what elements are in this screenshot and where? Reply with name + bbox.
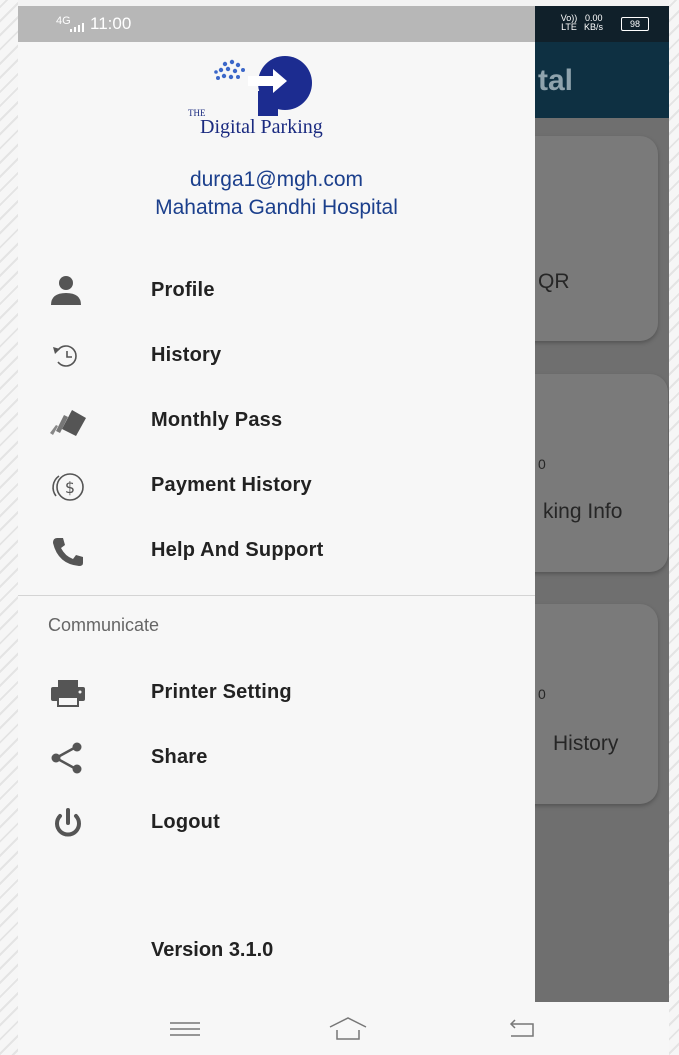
background-card-label: History	[553, 732, 619, 755]
user-email: durga1@mgh.com	[189, 168, 364, 191]
network-speed-unit: KB/s	[584, 22, 604, 32]
digital-parking-logo: THE Digital Parking	[188, 56, 368, 146]
menu-item-label: Monthly Pass	[151, 409, 283, 431]
share-icon	[51, 742, 82, 774]
logo-name: Digital Parking	[200, 116, 323, 138]
menu-item-label: Logout	[151, 811, 220, 833]
menu-item-share[interactable]: Share	[18, 726, 535, 790]
power-icon	[55, 808, 81, 837]
logo-mark-icon	[214, 56, 312, 116]
section-title-communicate: Communicate	[48, 615, 160, 635]
menu-item-monthly-pass[interactable]: Monthly Pass	[18, 389, 535, 453]
battery-indicator: 98	[621, 17, 649, 31]
svg-text:$: $	[65, 478, 75, 497]
tickets-icon	[50, 410, 86, 436]
menu-item-help-and-support[interactable]: Help And Support	[18, 519, 535, 583]
menu-item-label: Payment History	[151, 474, 312, 496]
network-indicator: 4G	[56, 15, 71, 27]
background-card-label: QR	[538, 270, 570, 293]
menu-item-logout[interactable]: Logout	[18, 791, 535, 855]
left-border-decoration	[0, 0, 18, 1055]
background-card-label: king Info	[543, 500, 623, 523]
payment-history-icon: $	[52, 473, 84, 501]
signal-icon	[70, 23, 84, 32]
background-card-mini: 0	[538, 686, 546, 702]
home-icon[interactable]	[328, 1014, 368, 1044]
status-time: 11:00	[90, 14, 132, 33]
menu-item-label: Printer Setting	[151, 681, 292, 703]
history-icon	[53, 345, 77, 367]
phone-screen: tal QR 0 king Info 0 History 4G 11:00 Vo…	[18, 6, 669, 1002]
app-version: Version 3.1.0	[151, 939, 274, 961]
menu-divider	[18, 595, 535, 596]
printer-icon	[51, 680, 85, 707]
menu-item-payment-history[interactable]: $ Payment History	[18, 454, 535, 518]
navigation-drawer: THE Digital Parking durga1@mgh.com Mahat…	[18, 42, 535, 1002]
system-navigation-bar	[18, 1002, 669, 1055]
phone-icon	[53, 538, 83, 566]
menu-item-label: Share	[151, 746, 208, 768]
back-icon[interactable]	[503, 1014, 543, 1044]
person-icon	[51, 276, 81, 305]
menu-item-label: Profile	[151, 279, 215, 301]
menu-item-profile[interactable]: Profile	[18, 259, 535, 323]
background-app-title: tal	[538, 64, 574, 97]
menu-item-label: Help And Support	[151, 539, 324, 561]
menu-item-printer-setting[interactable]: Printer Setting	[18, 661, 535, 725]
menu-item-label: History	[151, 344, 222, 366]
user-organization: Mahatma Gandhi Hospital	[155, 196, 398, 219]
menu-icon[interactable]	[165, 1014, 205, 1044]
volte-indicator: Vo)) LTE	[560, 13, 578, 32]
right-border-decoration	[669, 0, 679, 1055]
background-card-mini: 0	[538, 456, 546, 472]
status-bar: 4G 11:00	[18, 6, 535, 42]
menu-item-history[interactable]: History	[18, 324, 535, 388]
